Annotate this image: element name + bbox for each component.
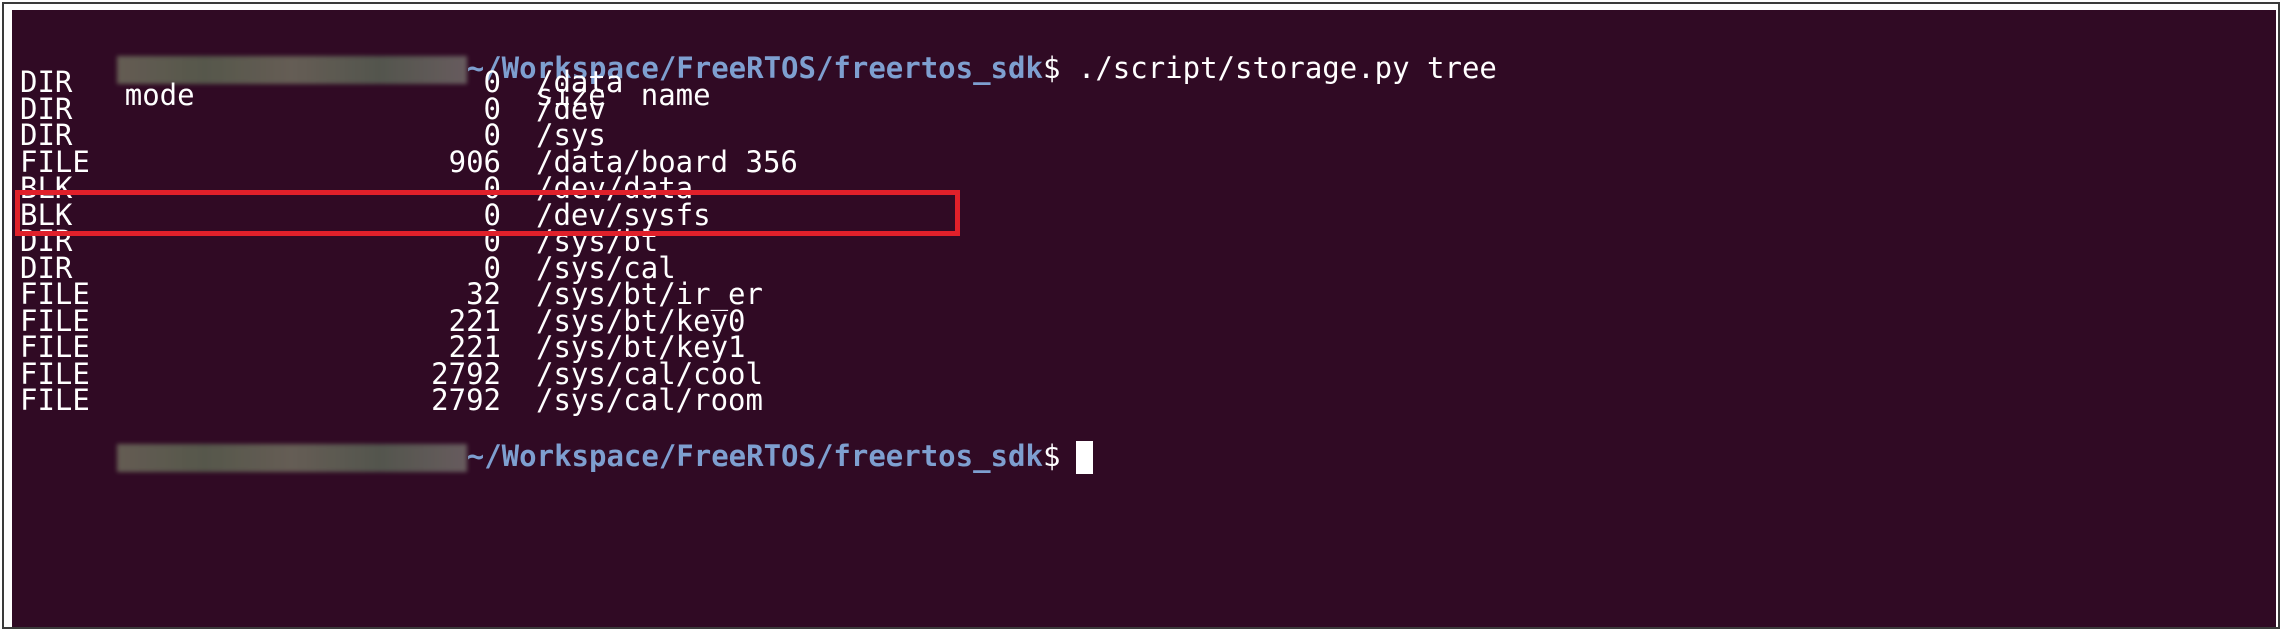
terminal-window[interactable]: ~/Workspace/FreeRTOS/freertos_sdk$ ./scr… (12, 10, 2276, 627)
text-cursor (1076, 441, 1094, 475)
final-prompt-line: ~/Workspace/FreeRTOS/freertos_sdk$ (20, 398, 1094, 475)
screenshot-frame: ~/Workspace/FreeRTOS/freertos_sdk$ ./scr… (2, 2, 2280, 629)
prompt-symbol: $ (1042, 50, 1061, 85)
header-name: name (640, 77, 711, 112)
final-prompt-symbol: $ (1042, 438, 1061, 473)
command-text: ./script/storage.py tree (1060, 50, 1497, 85)
redacted-username (116, 443, 467, 472)
highlight-box (15, 190, 960, 236)
final-prompt-path: ~/Workspace/FreeRTOS/freertos_sdk (466, 438, 1043, 473)
